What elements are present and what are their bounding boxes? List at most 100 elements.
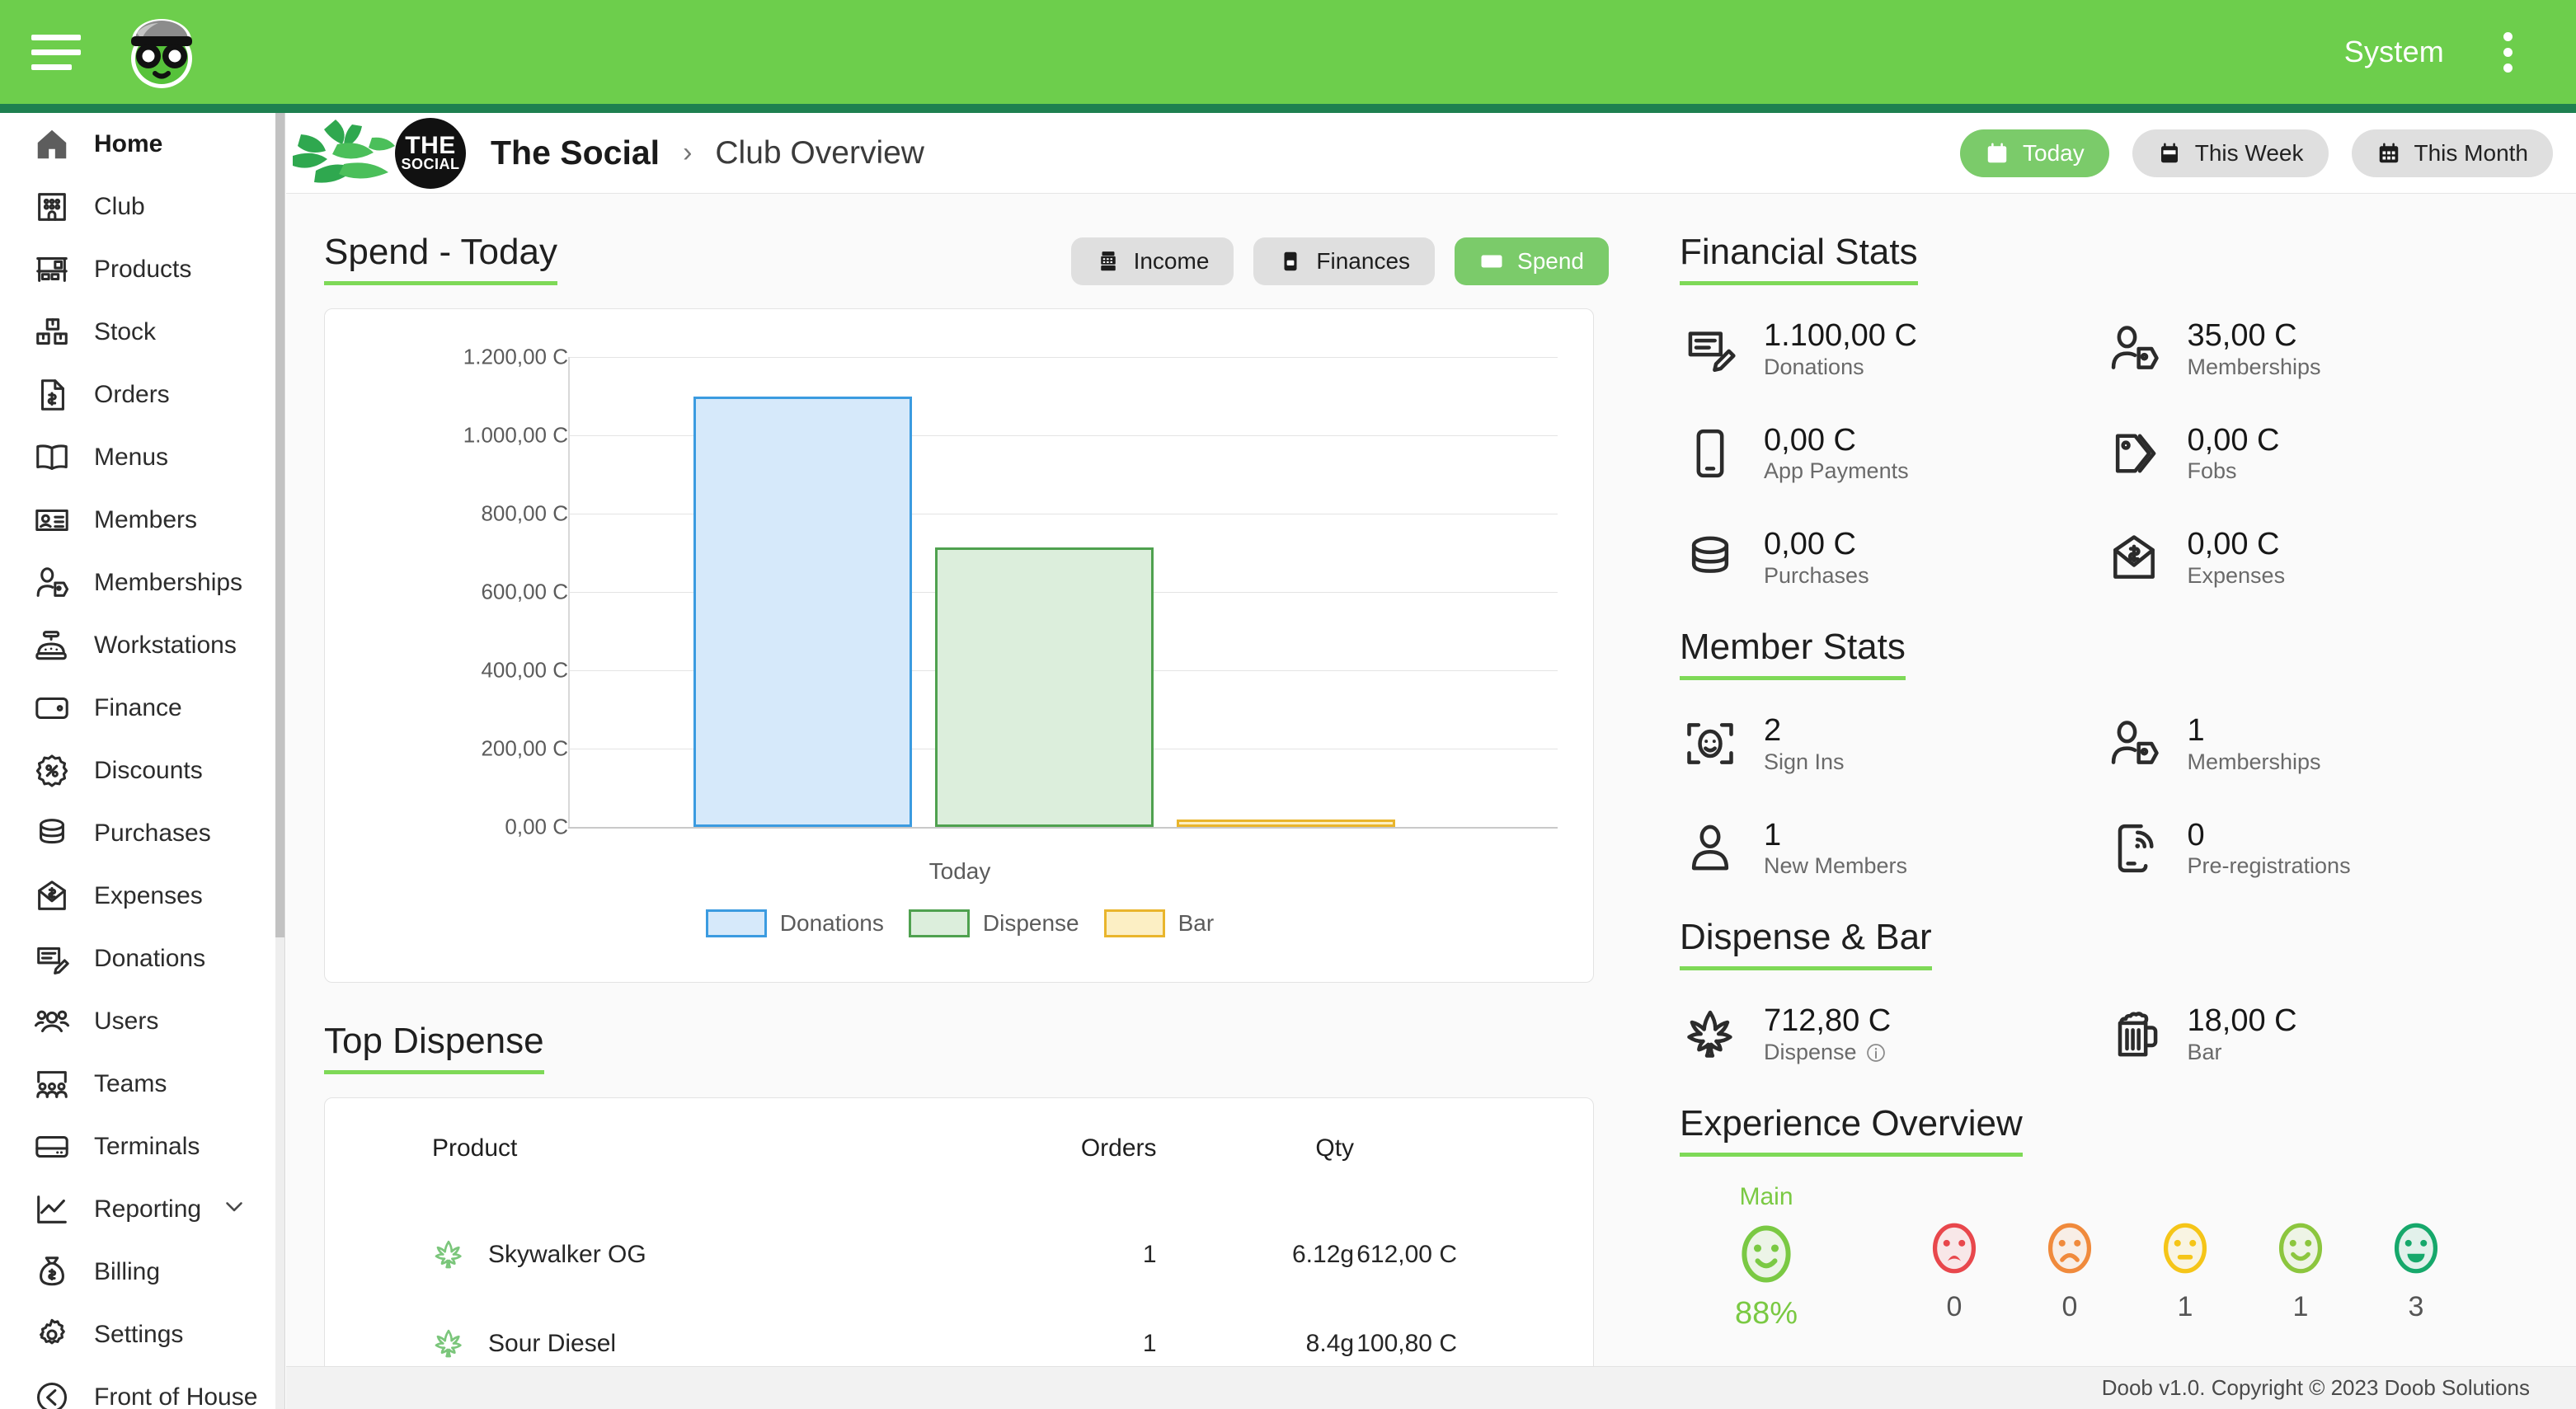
sidebar-item-reporting[interactable]: Reporting [0,1178,284,1241]
experience-face-very-sad[interactable]: 0 [1924,1218,1985,1323]
stat-value: 0,00 C [1764,527,1856,561]
stat-value: 0,00 C [2188,527,2280,561]
sidebar-item-workstations[interactable]: Workstations [0,614,284,677]
app-bar-underline [0,104,2576,113]
coins-icon [1680,528,1741,589]
sidebar-item-menus[interactable]: Menus [0,426,284,489]
section-rule [324,1070,544,1074]
stat-value: 0 [2188,818,2205,852]
scale-icon [28,624,76,667]
stat-label-text: New Members [1764,853,1907,879]
stat-label-text: Donations [1764,355,1864,380]
sidebar-item-discounts[interactable]: Discounts [0,740,284,802]
range-button-label: Today [2023,140,2085,167]
range-button-this-month[interactable]: This Month [2352,129,2554,177]
sidebar-item-label: Expenses [94,882,203,910]
footer: Doob v1.0. Copyright © 2023 Doob Solutio… [286,1366,2576,1409]
info-icon[interactable] [1865,1042,1887,1064]
main-content: THE SOCIAL The Social › Club Overview To… [286,113,2576,1409]
face-scan-icon [1680,713,1741,774]
hamburger-icon[interactable] [31,35,81,70]
experience-face-count: 0 [2039,1291,2100,1323]
sidebar-item-label: Products [94,256,191,284]
spend-tab-finances[interactable]: Finances [1253,237,1435,285]
invoice-icon [28,373,76,416]
sidebar-item-label: Members [94,506,197,534]
breadcrumb-club[interactable]: The Social [491,134,660,172]
cannabis-leaf-icon [1680,1004,1741,1065]
kebab-menu-icon[interactable] [2479,32,2536,73]
spend-tab-spend[interactable]: Spend [1455,237,1609,285]
financial-stats-title: Financial Stats [1680,232,1918,273]
stat-value: 2 [1764,713,1781,748]
sidebar-item-members[interactable]: Members [0,489,284,552]
sidebar-scrollbar-thumb[interactable] [275,113,284,937]
legend-item-donations[interactable]: Donations [706,909,884,937]
sidebar-item-club[interactable]: Club [0,176,284,238]
sidebar-item-users[interactable]: Users [0,990,284,1053]
sidebar-item-products[interactable]: Products [0,238,284,301]
bar-dispense[interactable] [935,547,1154,827]
sidebar-item-donations[interactable]: Donations [0,928,284,990]
top-dispense-card: Product Orders Qty Skywalker OG16.12g612… [324,1097,1594,1409]
mobile-wifi-icon [2104,818,2165,879]
mobile-icon [1680,423,1741,484]
sidebar-item-settings[interactable]: Settings [0,1303,284,1366]
range-button-today[interactable]: Today [1960,129,2109,177]
sidebar-item-label: Discounts [94,757,203,785]
legend-swatch [1104,909,1165,937]
sidebar-item-stock[interactable]: Stock [0,301,284,364]
experience-face-happy[interactable]: 1 [2270,1218,2331,1323]
spend-chart-card: 0,00 C200,00 C400,00 C600,00 C800,00 C1.… [324,308,1594,983]
legend-item-bar[interactable]: Bar [1104,909,1215,937]
dispense-bar-stat-bar: 18,00 CBar [2104,1003,2527,1065]
sidebar-item-teams[interactable]: Teams [0,1053,284,1115]
range-button-this-week[interactable]: This Week [2132,129,2329,177]
sidebar-item-label: Donations [94,945,205,973]
sidebar-item-billing[interactable]: Billing [0,1241,284,1303]
sidebar-item-label: Terminals [94,1133,200,1161]
spend-chart[interactable]: 0,00 C200,00 C400,00 C600,00 C800,00 C1.… [325,332,1595,909]
chevron-down-icon[interactable] [220,1192,248,1227]
users-icon [28,1000,76,1043]
legend-item-dispense[interactable]: Dispense [909,909,1079,937]
sidebar-item-expenses[interactable]: Expenses [0,865,284,928]
person-tag-icon [2104,713,2165,774]
stat-label: Donations [1764,355,1917,380]
experience-face-count: 0 [1924,1291,1985,1323]
bar-bar[interactable] [1177,820,1395,827]
table-row[interactable]: Skywalker OG16.12g612,00 C [325,1210,1593,1299]
sidebar-item-purchases[interactable]: Purchases [0,802,284,865]
financial-stat-donations: 1.100,00 CDonations [1680,318,2104,380]
left-column: Spend - Today IncomeFinancesSpend 0,00 C… [286,194,1638,1409]
doob-logo[interactable] [117,7,206,96]
sidebar-item-label: Memberships [94,569,242,597]
spend-tab-income[interactable]: Income [1071,237,1234,285]
stat-label: Pre-registrations [2188,853,2351,879]
spend-tab-group: Income Finances Spend [1071,237,1609,285]
cash-register-icon [1096,249,1121,274]
table-head: Product Orders Qty [325,1134,1593,1210]
experience-face-neutral[interactable]: 1 [2155,1218,2216,1323]
money-bag-icon [28,1251,76,1294]
coins-icon [28,812,76,855]
legend-label: Dispense [983,910,1079,937]
system-label[interactable]: System [2344,35,2444,69]
bar-donations[interactable] [693,397,912,828]
sidebar-item-home[interactable]: Home [0,113,284,176]
sidebar-item-finance[interactable]: Finance [0,677,284,740]
sidebar-item-terminals[interactable]: Terminals [0,1115,284,1178]
sidebar-item-memberships[interactable]: Memberships [0,552,284,614]
sidebar-item-orders[interactable]: Orders [0,364,284,426]
experience-face-very-happy[interactable]: 3 [2386,1218,2447,1323]
col-header-amount [1354,1134,1593,1210]
experience-face-sad[interactable]: 0 [2039,1218,2100,1323]
sidebar-item-label: Menus [94,444,168,472]
sidebar-scrollbar[interactable] [275,113,284,1409]
sidebar-item-front-of-house[interactable]: Front of House [0,1366,284,1409]
stat-label: Expenses [2188,563,2286,589]
experience-main-percent: 88% [1680,1296,1853,1332]
stat-label: Fobs [2188,458,2280,484]
member-stats-title: Member Stats [1680,627,1906,668]
experience-face-count: 3 [2386,1291,2447,1323]
